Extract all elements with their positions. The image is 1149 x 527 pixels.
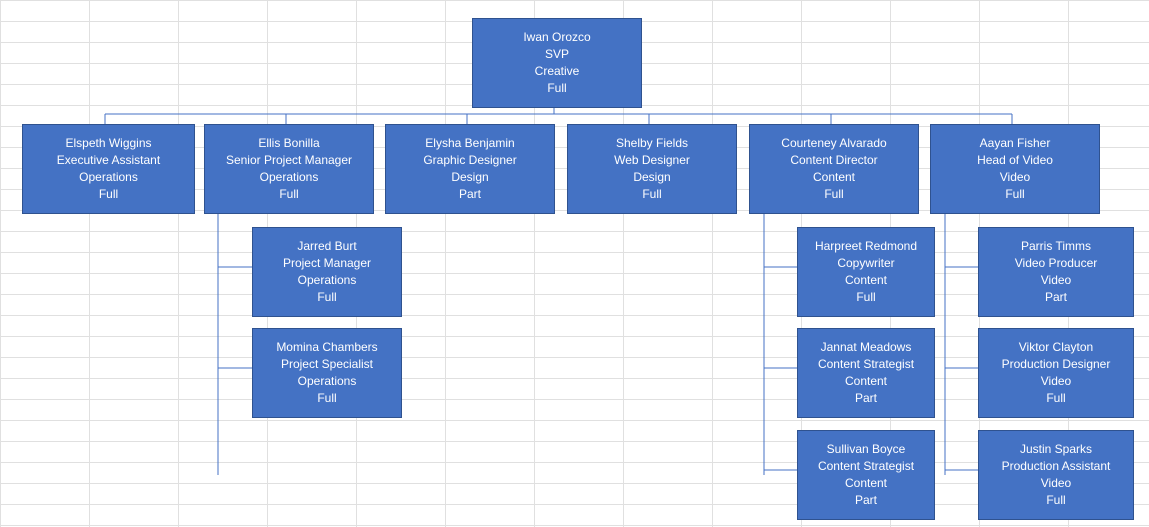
node-name: Justin Sparks [1020,441,1092,458]
node-name: Sullivan Boyce [827,441,906,458]
node-title: Content Director [790,152,877,169]
node-title: Production Assistant [1002,458,1111,475]
node-name: Iwan Orozco [523,29,590,46]
node-dept: Design [633,169,670,186]
org-node-harpreet-redmond[interactable]: Harpreet Redmond Copywriter Content Full [797,227,935,317]
node-dept: Operations [298,272,357,289]
node-name: Shelby Fields [616,135,688,152]
node-status: Full [1046,492,1065,509]
node-status: Full [824,186,843,203]
org-node-elspeth-wiggins[interactable]: Elspeth Wiggins Executive Assistant Oper… [22,124,195,214]
node-name: Aayan Fisher [980,135,1051,152]
node-dept: Content [845,272,887,289]
node-dept: Design [451,169,488,186]
node-title: Executive Assistant [57,152,160,169]
node-dept: Content [845,373,887,390]
node-status: Full [1046,390,1065,407]
node-dept: Operations [298,373,357,390]
node-title: Web Designer [614,152,690,169]
org-node-root[interactable]: Iwan Orozco SVP Creative Full [472,18,642,108]
org-node-viktor-clayton[interactable]: Viktor Clayton Production Designer Video… [978,328,1134,418]
node-name: Jannat Meadows [821,339,912,356]
node-status: Full [317,289,336,306]
node-status: Full [279,186,298,203]
node-name: Ellis Bonilla [258,135,319,152]
node-dept: Content [845,475,887,492]
node-title: Project Specialist [281,356,373,373]
node-status: Full [547,80,566,97]
node-title: SVP [545,46,569,63]
node-status: Full [856,289,875,306]
node-dept: Content [813,169,855,186]
org-node-sullivan-boyce[interactable]: Sullivan Boyce Content Strategist Conten… [797,430,935,520]
node-title: Senior Project Manager [226,152,352,169]
org-node-elysha-benjamin[interactable]: Elysha Benjamin Graphic Designer Design … [385,124,555,214]
org-node-aayan-fisher[interactable]: Aayan Fisher Head of Video Video Full [930,124,1100,214]
node-dept: Video [1041,475,1071,492]
node-name: Harpreet Redmond [815,238,917,255]
node-name: Elysha Benjamin [425,135,514,152]
node-title: Head of Video [977,152,1053,169]
node-title: Production Designer [1002,356,1111,373]
node-dept: Creative [535,63,580,80]
node-title: Project Manager [283,255,371,272]
node-name: Elspeth Wiggins [65,135,151,152]
node-status: Part [855,390,877,407]
org-node-shelby-fields[interactable]: Shelby Fields Web Designer Design Full [567,124,737,214]
node-title: Video Producer [1015,255,1098,272]
node-dept: Video [1041,272,1071,289]
node-status: Full [1005,186,1024,203]
org-node-parris-timms[interactable]: Parris Timms Video Producer Video Part [978,227,1134,317]
node-dept: Operations [79,169,138,186]
node-status: Part [855,492,877,509]
org-node-courteney-alvarado[interactable]: Courteney Alvarado Content Director Cont… [749,124,919,214]
node-dept: Video [1000,169,1030,186]
node-dept: Video [1041,373,1071,390]
org-node-jarred-burt[interactable]: Jarred Burt Project Manager Operations F… [252,227,402,317]
org-node-momina-chambers[interactable]: Momina Chambers Project Specialist Opera… [252,328,402,418]
node-name: Courteney Alvarado [781,135,886,152]
node-status: Part [459,186,481,203]
node-name: Parris Timms [1021,238,1091,255]
node-status: Full [642,186,661,203]
node-status: Full [99,186,118,203]
node-name: Viktor Clayton [1019,339,1093,356]
node-title: Copywriter [837,255,894,272]
node-title: Content Strategist [818,356,914,373]
node-status: Part [1045,289,1067,306]
node-name: Momina Chambers [276,339,377,356]
node-name: Jarred Burt [297,238,356,255]
org-node-ellis-bonilla[interactable]: Ellis Bonilla Senior Project Manager Ope… [204,124,374,214]
org-node-justin-sparks[interactable]: Justin Sparks Production Assistant Video… [978,430,1134,520]
node-status: Full [317,390,336,407]
node-title: Content Strategist [818,458,914,475]
node-title: Graphic Designer [423,152,516,169]
node-dept: Operations [260,169,319,186]
org-node-jannat-meadows[interactable]: Jannat Meadows Content Strategist Conten… [797,328,935,418]
